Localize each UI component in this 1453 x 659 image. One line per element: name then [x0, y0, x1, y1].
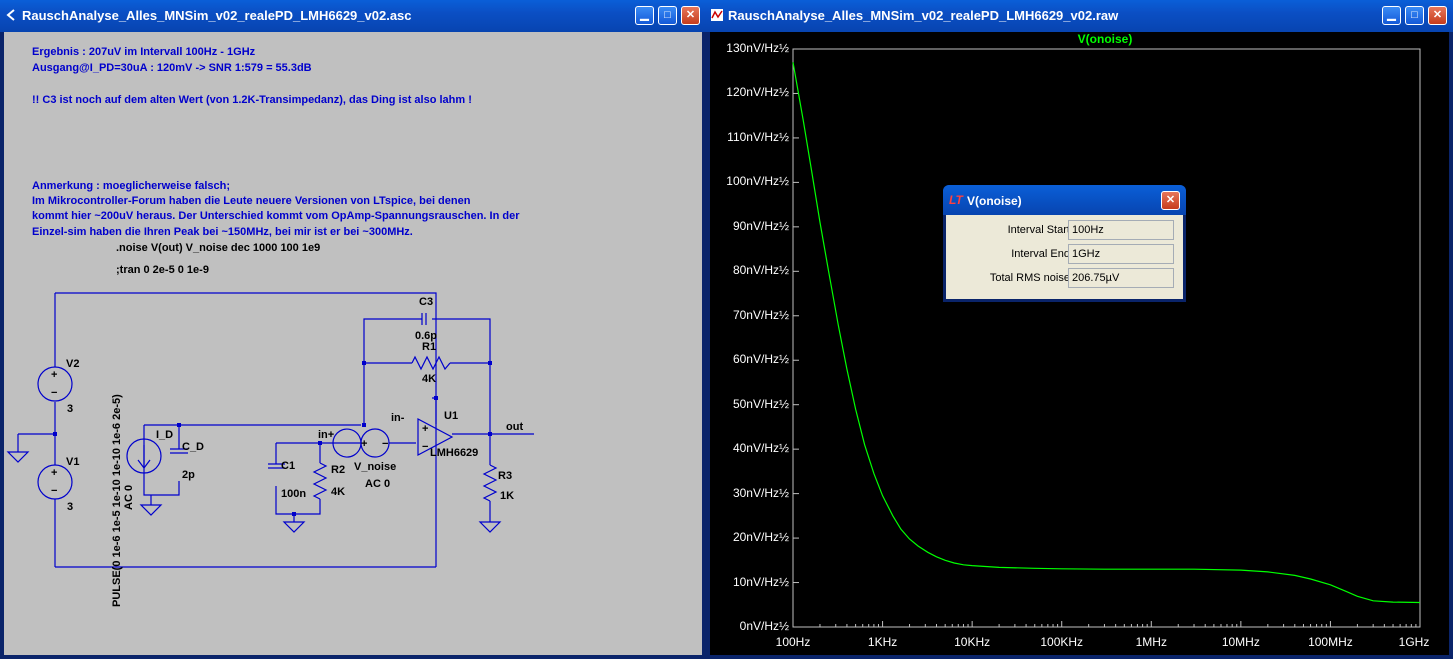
interval-end-row: Interval End: 1GHz — [946, 244, 1183, 264]
svg-text:+: + — [422, 423, 428, 435]
r2-name: R2 — [331, 464, 345, 476]
c-d-value: 2p — [182, 469, 195, 481]
waveform-window-title: RauschAnalyse_Alles_MNSim_v02_realePD_LM… — [728, 8, 1119, 23]
svg-text:+: + — [51, 467, 57, 479]
schematic-window[interactable]: RauschAnalyse_Alles_MNSim_v02_realePD_LM… — [0, 0, 706, 659]
r1-name: R1 — [422, 341, 436, 353]
net-out: out — [506, 421, 523, 433]
ltspice-schematic-icon — [6, 9, 15, 21]
schematic-drawing[interactable]: +− +− + − +− V2 3 V1 3 PULSE(0 1e-6 1e-5… — [4, 32, 702, 655]
dialog-body: Interval Start: 100Hz Interval End: 1GHz… — [946, 215, 1183, 299]
c1-value: 100n — [281, 488, 306, 500]
svg-text:+: + — [361, 438, 367, 450]
schematic-window-title: RauschAnalyse_Alles_MNSim_v02_realePD_LM… — [22, 8, 412, 23]
schematic-canvas[interactable]: Ergebnis : 207uV im Intervall 100Hz - 1G… — [4, 32, 702, 655]
interval-end-field[interactable]: 1GHz — [1068, 244, 1174, 264]
svg-text:−: − — [382, 438, 388, 450]
svg-text:+: + — [51, 369, 57, 381]
interval-start-row: Interval Start: 100Hz — [946, 220, 1183, 240]
waveform-plot-pane[interactable] — [710, 32, 1449, 655]
c-d-name: C_D — [182, 441, 204, 453]
interval-start-field[interactable]: 100Hz — [1068, 220, 1174, 240]
total-rms-field[interactable]: 206.75µV — [1068, 268, 1174, 288]
maximize-button[interactable]: □ — [658, 6, 677, 25]
dialog-close-button[interactable]: ✕ — [1161, 191, 1180, 210]
maximize-button[interactable]: □ — [1405, 6, 1424, 25]
v1-value: 3 — [67, 501, 73, 513]
total-rms-row: Total RMS noise: 206.75µV — [946, 268, 1183, 288]
c3-name: C3 — [419, 296, 433, 308]
r3-name: R3 — [498, 470, 512, 482]
dialog-titlebar[interactable]: LT V(onoise) ✕ — [943, 185, 1186, 215]
v1-name: V1 — [66, 456, 79, 468]
u1-name: U1 — [444, 410, 458, 422]
interval-start-label: Interval Start: — [1007, 224, 1073, 236]
close-button[interactable]: ✕ — [681, 6, 700, 25]
minimize-button[interactable]: ▁ — [1382, 6, 1401, 25]
total-rms-label: Total RMS noise: — [989, 272, 1073, 284]
r3-value: 1K — [500, 490, 514, 502]
minimize-button[interactable]: ▁ — [635, 6, 654, 25]
net-in-plus: in+ — [318, 429, 334, 441]
r1-value: 4K — [422, 373, 436, 385]
u1-value: LMH6629 — [430, 447, 478, 459]
lt-logo-icon: LT — [949, 193, 963, 207]
i-d-ac: AC 0 — [123, 485, 135, 510]
v-noise-value: AC 0 — [365, 478, 390, 490]
v2-value: 3 — [67, 403, 73, 415]
waveform-window[interactable]: RauschAnalyse_Alles_MNSim_v02_realePD_LM… — [706, 0, 1453, 659]
v2-name: V2 — [66, 358, 79, 370]
svg-text:−: − — [51, 387, 57, 399]
noise-integral-dialog[interactable]: LT V(onoise) ✕ Interval Start: 100Hz Int… — [943, 185, 1186, 302]
svg-text:−: − — [422, 441, 428, 453]
pulse-spec: PULSE(0 1e-6 1e-5 1e-10 1e-10 1e-6 2e-5) — [111, 394, 123, 607]
close-button[interactable]: ✕ — [1428, 6, 1447, 25]
schematic-titlebar[interactable]: RauschAnalyse_Alles_MNSim_v02_realePD_LM… — [0, 0, 706, 32]
waveform-icon — [711, 9, 723, 21]
r2-value: 4K — [331, 486, 345, 498]
svg-text:−: − — [51, 485, 57, 497]
c1-name: C1 — [281, 460, 295, 472]
dialog-title: V(onoise) — [967, 194, 1022, 208]
interval-end-label: Interval End: — [1011, 248, 1073, 260]
net-in-minus: in- — [391, 412, 405, 424]
waveform-titlebar[interactable]: RauschAnalyse_Alles_MNSim_v02_realePD_LM… — [706, 0, 1453, 32]
v-noise-name: V_noise — [354, 461, 396, 473]
i-d-name: I_D — [156, 429, 173, 441]
